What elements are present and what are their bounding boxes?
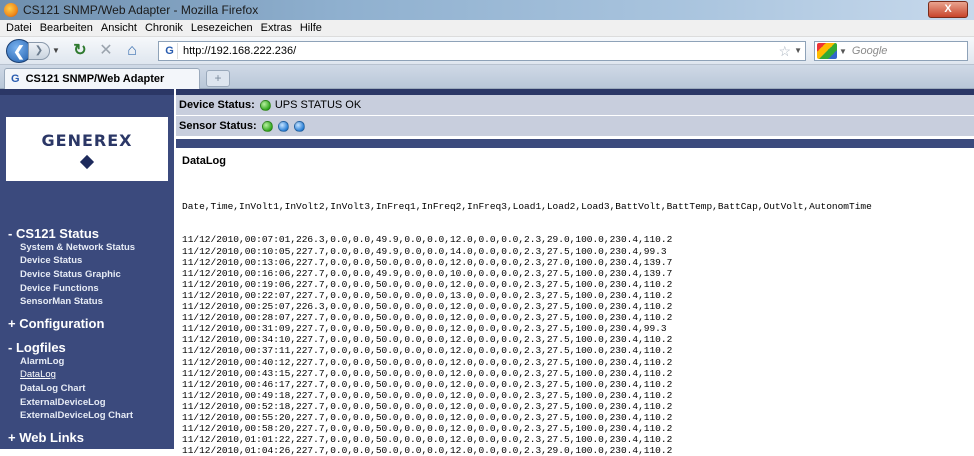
datalog-header-line: Date,Time,InVolt1,InVolt2,InVolt3,InFreq… — [182, 201, 872, 213]
sidebar-top-strip — [0, 89, 174, 95]
nav-alarmlog[interactable]: AlarmLog — [20, 356, 64, 367]
reload-icon[interactable]: ↻ — [70, 41, 90, 61]
device-status-ok-icon — [259, 99, 271, 111]
url-text[interactable]: http://192.168.222.236/ — [183, 45, 296, 57]
logo-text: GENEREX — [41, 131, 133, 150]
nav-sensorman-status[interactable]: SensorMan Status — [20, 296, 103, 307]
generex-logo: GENEREX — [6, 117, 168, 181]
datalog-row: 11/12/2010,01:01:22,227.7,0.0,0.0,50.0,0… — [182, 434, 673, 446]
datalog-row: 11/12/2010,00:28:07,227.7,0.0,0.0,50.0,0… — [182, 312, 673, 324]
search-bar[interactable]: ▼ Google — [814, 41, 968, 61]
datalog-row: 11/12/2010,00:46:17,227.7,0.0,0.0,50.0,0… — [182, 378, 673, 390]
menu-extras[interactable]: Extras — [261, 22, 292, 34]
search-engine-dropdown-icon[interactable]: ▼ — [839, 47, 847, 56]
nav-section-cs121-status[interactable]: - CS121 Status — [8, 226, 99, 241]
datalog-title: DataLog — [182, 155, 226, 167]
datalog-row: 11/12/2010,00:07:01,226.3,0.0,0.0,49.9,0… — [182, 234, 673, 246]
sensor-status-label: Sensor Status: — [179, 120, 257, 132]
main-content: Device Status: UPS STATUS OK Sensor Stat… — [176, 89, 974, 456]
datalog-row: 11/12/2010,00:31:09,227.7,0.0,0.0,50.0,0… — [182, 323, 667, 335]
sensor-status-blue-icon-1 — [277, 120, 289, 132]
site-favicon-icon: G — [162, 43, 178, 59]
datalog-row: 11/12/2010,00:40:12,227.7,0.0,0.0,50.0,0… — [182, 356, 673, 368]
datalog-row: 11/12/2010,00:25:07,226.3,0.0,0.0,50.0,0… — [182, 301, 673, 313]
stop-icon[interactable]: ✕ — [96, 41, 116, 61]
nav-externaldevicelog-chart[interactable]: ExternalDeviceLog Chart — [20, 410, 133, 421]
datalog-row: 11/12/2010,00:13:06,227.7,0.0,0.0,50.0,0… — [182, 256, 673, 268]
menu-ansicht[interactable]: Ansicht — [101, 22, 137, 34]
tab-label: CS121 SNMP/Web Adapter — [25, 73, 165, 85]
datalog-text: Date,Time,InVolt1,InVolt2,InVolt3,InFreq… — [182, 179, 972, 456]
navigation-toolbar: ❮ ❯ ▼ ↻ ✕ ⌂ G http://192.168.222.236/ ☆ … — [0, 37, 974, 65]
history-dropdown-icon[interactable]: ▼ — [52, 46, 64, 55]
window-title: CS121 SNMP/Web Adapter - Mozilla Firefox — [23, 3, 259, 17]
datalog-row: 11/12/2010,00:37:11,227.7,0.0,0.0,50.0,0… — [182, 345, 673, 357]
search-placeholder[interactable]: Google — [852, 45, 887, 57]
page-content: GENEREX - CS121 Status System & Network … — [0, 89, 974, 456]
firefox-icon — [4, 3, 18, 17]
datalog-row: 11/12/2010,00:49:18,227.7,0.0,0.0,50.0,0… — [182, 389, 673, 401]
tab-favicon-icon: G — [11, 73, 20, 85]
sensor-status-green-icon — [261, 120, 273, 132]
content-divider-bar — [176, 139, 974, 148]
window-close-button[interactable]: X — [928, 1, 968, 18]
nav-section-web-links[interactable]: + Web Links — [8, 430, 84, 445]
menu-bar: Datei Bearbeiten Ansicht Chronik Lesezei… — [0, 20, 974, 37]
datalog-row: 11/12/2010,00:16:06,227.7,0.0,0.0,49.9,0… — [182, 267, 673, 279]
nav-system-network-status[interactable]: System & Network Status — [20, 242, 135, 253]
bookmark-star-icon[interactable]: ☆ — [778, 43, 791, 60]
nav-device-functions[interactable]: Device Functions — [20, 283, 99, 294]
new-tab-button[interactable]: + — [206, 70, 230, 87]
device-status-text: UPS STATUS OK — [274, 99, 362, 111]
datalog-row: 11/12/2010,01:04:26,227.7,0.0,0.0,50.0,0… — [182, 445, 673, 456]
nav-datalog-chart[interactable]: DataLog Chart — [20, 383, 85, 394]
nav-section-logfiles[interactable]: - Logfiles — [8, 340, 66, 355]
menu-hilfe[interactable]: Hilfe — [300, 22, 322, 34]
nav-device-status-graphic[interactable]: Device Status Graphic — [20, 269, 121, 280]
datalog-row: 11/12/2010,00:19:06,227.7,0.0,0.0,50.0,0… — [182, 278, 673, 290]
logo-diamond-icon — [79, 154, 95, 170]
nav-device-status[interactable]: Device Status — [20, 255, 82, 266]
datalog-row: 11/12/2010,00:34:10,227.7,0.0,0.0,50.0,0… — [182, 334, 673, 346]
nav-datalog[interactable]: DataLog — [20, 369, 56, 380]
datalog-row: 11/12/2010,00:43:15,227.7,0.0,0.0,50.0,0… — [182, 367, 673, 379]
menu-datei[interactable]: Datei — [6, 22, 32, 34]
menu-chronik[interactable]: Chronik — [145, 22, 183, 34]
url-bar[interactable]: G http://192.168.222.236/ ☆ ▼ — [158, 41, 806, 61]
sidebar: GENEREX - CS121 Status System & Network … — [0, 89, 174, 449]
forward-button[interactable]: ❯ — [28, 41, 50, 60]
menu-lesezeichen[interactable]: Lesezeichen — [191, 22, 253, 34]
sensor-status-row: Sensor Status: — [176, 116, 974, 136]
nav-section-configuration[interactable]: + Configuration — [8, 316, 104, 331]
device-status-label: Device Status: — [179, 99, 255, 111]
datalog-row: 11/12/2010,00:22:07,227.7,0.0,0.0,50.0,0… — [182, 289, 673, 301]
datalog-row: 11/12/2010,00:55:20,227.7,0.0,0.0,50.0,0… — [182, 411, 673, 423]
tab-bar: G CS121 SNMP/Web Adapter + — [0, 65, 974, 89]
datalog-row: 11/12/2010,00:52:18,227.7,0.0,0.0,50.0,0… — [182, 400, 673, 412]
home-icon[interactable]: ⌂ — [122, 41, 142, 61]
device-status-row: Device Status: UPS STATUS OK — [176, 95, 974, 115]
google-search-engine-icon[interactable] — [817, 43, 837, 59]
datalog-row: 11/12/2010,00:10:05,227.7,0.0,0.0,49.9,0… — [182, 245, 667, 257]
menu-bearbeiten[interactable]: Bearbeiten — [40, 22, 93, 34]
nav-externaldevicelog[interactable]: ExternalDeviceLog — [20, 397, 106, 408]
window-titlebar: CS121 SNMP/Web Adapter - Mozilla Firefox… — [0, 0, 974, 20]
datalog-row: 11/12/2010,00:58:20,227.7,0.0,0.0,50.0,0… — [182, 423, 673, 435]
tab-cs121[interactable]: G CS121 SNMP/Web Adapter — [4, 68, 200, 89]
sensor-status-blue-icon-2 — [293, 120, 305, 132]
url-dropdown-icon[interactable]: ▼ — [794, 46, 802, 55]
